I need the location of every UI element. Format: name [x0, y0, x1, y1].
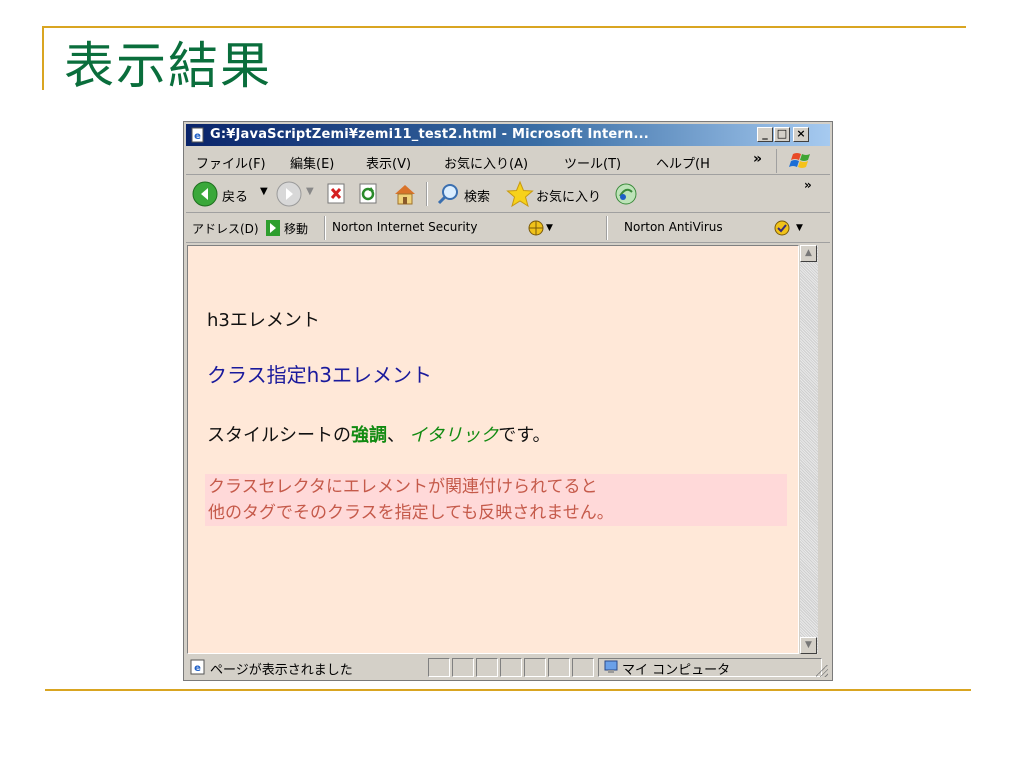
- vertical-scrollbar[interactable]: ▲ ▼: [800, 245, 818, 654]
- para-sep: 、: [387, 425, 405, 446]
- menu-favorites[interactable]: お気に入り(A): [444, 153, 528, 172]
- search-icon[interactable]: [436, 182, 460, 206]
- ie-page-icon: e: [191, 127, 204, 143]
- class-h3-element-text: クラス指定h3エレメント: [207, 363, 433, 387]
- page-loaded-icon: e: [190, 659, 205, 675]
- note-line-2: 他のタグでそのクラスを指定しても反映されません。: [208, 503, 614, 523]
- minimize-button[interactable]: _: [757, 127, 773, 142]
- h3-element-text: h3エレメント: [207, 310, 320, 331]
- windows-flag-icon: [789, 153, 810, 168]
- resize-grip-icon[interactable]: [816, 665, 828, 677]
- address-label: アドレス(D): [192, 222, 259, 236]
- back-icon[interactable]: [192, 181, 218, 207]
- menu-help[interactable]: ヘルプ(H: [656, 153, 740, 172]
- status-cell: [548, 658, 570, 677]
- close-button[interactable]: ×: [793, 127, 809, 142]
- forward-icon[interactable]: [276, 181, 302, 207]
- menu-tools[interactable]: ツール(T): [564, 153, 621, 172]
- norton-security-button[interactable]: Norton Internet Security: [332, 220, 477, 234]
- maximize-button[interactable]: □: [774, 127, 790, 142]
- home-icon[interactable]: [392, 181, 418, 207]
- menu-bar: ファイル(F) 編集(E) 表示(V) お気に入り(A) ツール(T) ヘルプ(…: [186, 148, 830, 175]
- norton-globe-icon[interactable]: [528, 220, 544, 236]
- slide-left-rule: [42, 26, 44, 90]
- status-text: ページが表示されました: [210, 663, 353, 678]
- slide-top-rule: [42, 26, 966, 28]
- title-bar[interactable]: e G:¥JavaScriptZemi¥zemi11_test2.html - …: [186, 124, 830, 146]
- standard-toolbar: 戻る ▼ ▼ 検索 お気に入り »: [186, 176, 830, 213]
- status-cell: [428, 658, 450, 677]
- menu-overflow-chevron[interactable]: »: [753, 151, 762, 167]
- windows-logo: [776, 149, 827, 173]
- status-cell: [524, 658, 546, 677]
- status-cell: [476, 658, 498, 677]
- address-separator-2: [606, 216, 608, 240]
- toolbar-overflow-chevron[interactable]: »: [804, 178, 812, 192]
- svg-text:e: e: [194, 663, 201, 674]
- status-cell: [452, 658, 474, 677]
- menu-edit[interactable]: 編集(E): [290, 153, 334, 172]
- class-selector-note: クラスセレクタにエレメントが関連付けられてると 他のタグでそのクラスを指定しても…: [205, 474, 787, 526]
- search-button-label[interactable]: 検索: [464, 186, 490, 205]
- stylesheet-paragraph: スタイルシートの強調、 イタリックです。: [207, 421, 550, 447]
- my-computer-icon: [604, 660, 618, 673]
- media-icon[interactable]: [614, 182, 638, 206]
- svg-text:e: e: [194, 131, 201, 142]
- refresh-icon[interactable]: [358, 183, 380, 205]
- para-italic: イタリック: [409, 425, 499, 446]
- slide-title: 表示結果: [64, 37, 272, 95]
- status-cell: [500, 658, 522, 677]
- go-button-label[interactable]: 移動: [284, 220, 308, 237]
- norton-antivirus-icon[interactable]: [774, 220, 790, 236]
- norton-antivirus-button[interactable]: Norton AntiVirus: [624, 220, 723, 234]
- toolbar-separator: [426, 182, 428, 206]
- page-content: h3エレメント クラス指定h3エレメント スタイルシートの強調、 イタリックです。…: [187, 245, 799, 654]
- security-zone-text: マイ コンピュータ: [622, 663, 731, 678]
- window-title: G:¥JavaScriptZemi¥zemi11_test2.html - Mi…: [210, 127, 649, 142]
- back-button-label[interactable]: 戻る: [222, 186, 248, 205]
- forward-dropdown-icon[interactable]: ▼: [306, 186, 314, 197]
- norton-security-dropdown-icon[interactable]: ▼: [546, 223, 553, 233]
- scroll-down-icon[interactable]: ▼: [800, 637, 817, 654]
- address-separator: [324, 216, 326, 240]
- scroll-up-icon[interactable]: ▲: [800, 245, 817, 262]
- go-arrow-icon[interactable]: [266, 220, 280, 236]
- note-line-1: クラスセレクタにエレメントが関連付けられてると: [208, 477, 598, 497]
- slide-bottom-rule: [45, 689, 971, 691]
- para-before: スタイルシートの: [207, 425, 351, 446]
- back-dropdown-icon[interactable]: ▼: [260, 186, 268, 197]
- favorites-star-icon[interactable]: [506, 180, 534, 208]
- favorites-button-label[interactable]: お気に入り: [536, 186, 601, 205]
- browser-window: e G:¥JavaScriptZemi¥zemi11_test2.html - …: [183, 121, 833, 681]
- status-cell: [572, 658, 594, 677]
- para-after: です。: [498, 425, 551, 446]
- para-strong: 強調: [351, 425, 387, 446]
- norton-antivirus-dropdown-icon[interactable]: ▼: [796, 223, 803, 233]
- address-bar: アドレス(D) 移動 Norton Internet Security ▼ No…: [186, 214, 830, 243]
- menu-file[interactable]: ファイル(F): [196, 153, 266, 172]
- menu-view[interactable]: 表示(V): [366, 153, 411, 172]
- status-bar: e ページが表示されました マイ コンピュータ: [186, 656, 830, 679]
- stop-icon[interactable]: [326, 183, 348, 205]
